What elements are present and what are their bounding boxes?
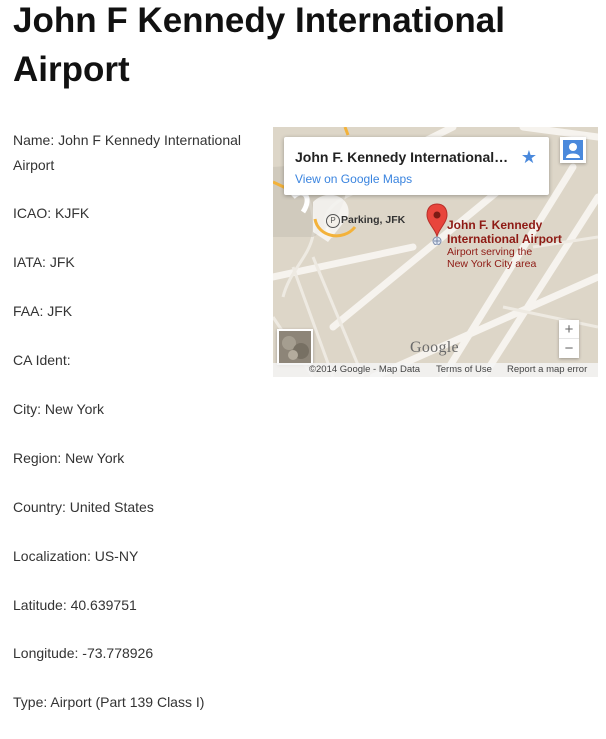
map-info-card: John F. Kennedy International A... View … [284,137,549,195]
pin-title-line: John F. Kennedy [447,218,543,232]
parking-icon: P [326,214,340,228]
pin-title-line: International Airport [447,232,562,246]
satellite-thumbnail-icon [279,331,311,363]
parking-label: Parking, JFK [341,214,406,226]
detail-region: Region: New York [13,449,125,466]
pin-description-line: Airport serving the [447,246,533,258]
view-on-google-maps-link[interactable]: View on Google Maps [295,172,412,186]
detail-iata: IATA: JFK [13,254,75,271]
street-view-thumbnail[interactable] [277,329,313,365]
star-icon[interactable]: ★ [521,147,537,167]
detail-faa: FAA: JFK [13,303,73,320]
zoom-control: + − [559,320,579,358]
map-footer: ©2014 Google - Map Data Terms of Use Rep… [273,363,598,377]
detail-type: Type: Airport (Part 139 Class I) [13,694,205,711]
zoom-in-button[interactable]: + [559,320,579,339]
embedded-map[interactable]: John F. Kennedy International Airport Ai… [273,127,598,377]
detail-longitude: Longitude: -73.778926 [13,645,154,662]
terms-of-use-link[interactable]: Terms of Use [436,363,492,377]
page-title: John F Kennedy International Airport [13,1,505,89]
detail-country: Country: United States [13,498,154,515]
report-map-error-link[interactable]: Report a map error [507,363,587,377]
detail-name: Name: John F Kennedy International Airpo… [13,132,242,173]
detail-localization: Localization: US-NY [13,547,139,564]
detail-latitude: Latitude: 40.639751 [13,596,137,613]
map-pin-label: John F. Kennedy International Airport [447,218,562,246]
map-card-title: John F. Kennedy International A... [295,149,510,165]
zoom-out-button[interactable]: − [559,339,579,358]
person-icon [563,140,583,160]
detail-city: City: New York [13,400,105,417]
google-logo: Google [410,339,459,356]
pin-description-line: New York City area [447,258,537,270]
detail-icao: ICAO: KJFK [13,205,90,222]
location-pin-icon [426,203,448,245]
detail-ca-ident: CA Ident: [13,352,71,369]
map-pin-description: Airport serving the New York City area [447,246,567,270]
airport-details-list: Name: John F Kennedy International Airpo… [13,128,258,739]
sign-in-button[interactable] [560,137,586,163]
map-data-attribution: ©2014 Google - Map Data [309,364,421,375]
